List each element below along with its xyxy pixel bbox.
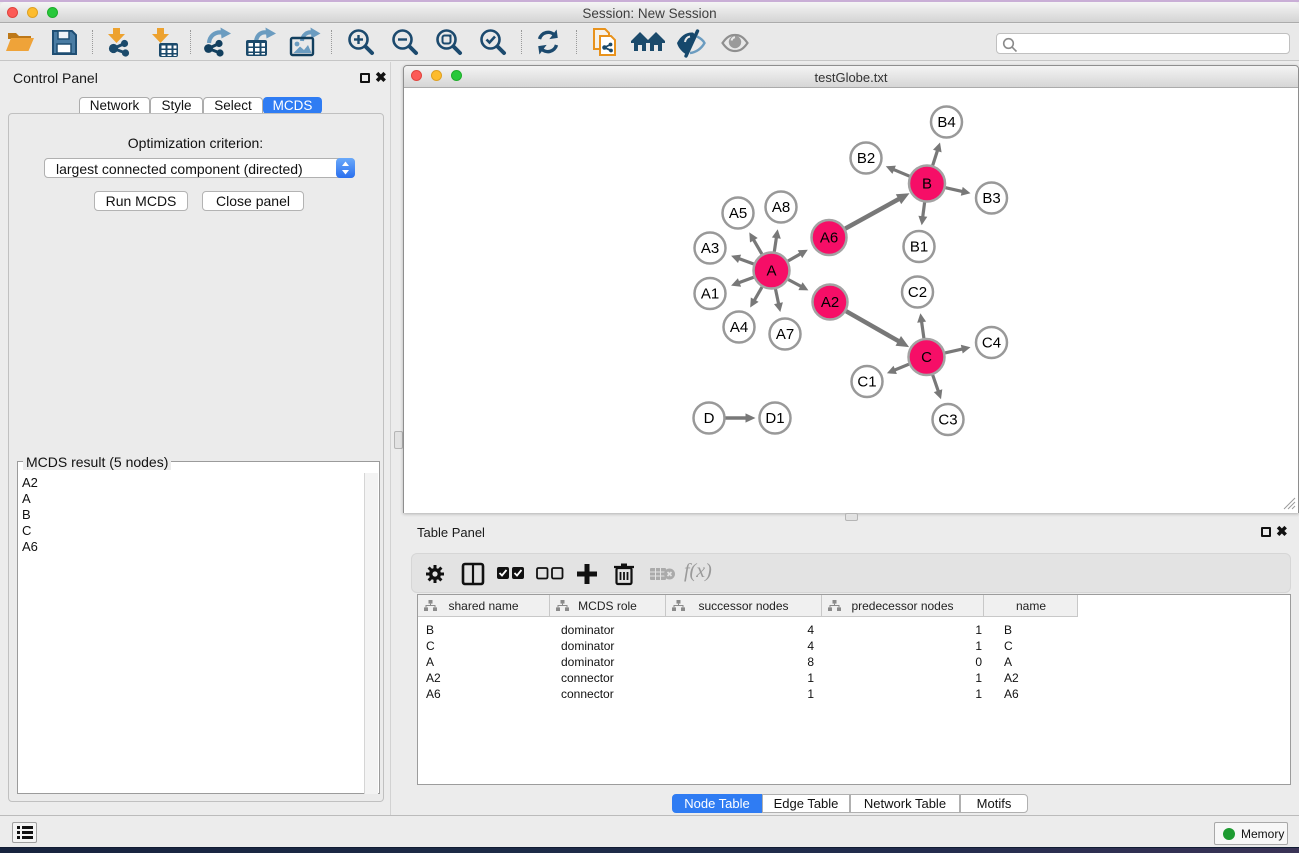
svg-text:A1: A1 [701,286,719,303]
svg-text:A3: A3 [701,240,719,257]
svg-text:A8: A8 [772,199,790,216]
svg-text:C3: C3 [938,412,957,429]
svg-text:A4: A4 [730,319,748,336]
svg-text:B3: B3 [982,190,1000,207]
svg-text:A7: A7 [776,326,794,343]
svg-text:B4: B4 [937,114,955,131]
svg-text:A2: A2 [821,294,839,311]
svg-text:C4: C4 [982,335,1001,352]
svg-text:C2: C2 [908,284,927,301]
svg-text:D: D [704,410,715,427]
svg-text:A: A [766,263,776,280]
svg-text:D1: D1 [765,410,784,427]
svg-text:B2: B2 [857,150,875,167]
svg-text:A5: A5 [729,205,747,222]
svg-text:A6: A6 [820,230,838,247]
svg-text:C1: C1 [857,374,876,391]
svg-text:B1: B1 [910,239,928,256]
svg-text:C: C [921,349,932,366]
svg-text:B: B [922,176,932,193]
